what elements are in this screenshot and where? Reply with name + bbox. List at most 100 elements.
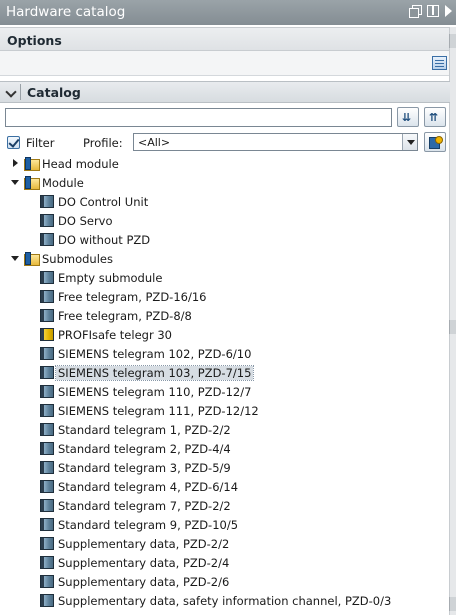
tree-item-label: Standard telegram 2, PZD-4/4 bbox=[58, 442, 231, 456]
tree-item-label: Head module bbox=[42, 157, 119, 171]
tree-item[interactable]: Free telegram, PZD-16/16 bbox=[0, 287, 449, 306]
module-icon bbox=[40, 271, 54, 284]
module-icon bbox=[40, 195, 54, 208]
tree-item-label: Empty submodule bbox=[58, 271, 163, 285]
catalog-search-input[interactable] bbox=[5, 108, 392, 127]
tree-item-label: DO Servo bbox=[58, 214, 113, 228]
module-icon bbox=[40, 214, 54, 227]
search-down-button[interactable]: ⇊ bbox=[397, 107, 419, 127]
collapse-arrow-icon[interactable] bbox=[11, 180, 19, 185]
tree-item[interactable]: Supplementary data, PZD-2/4 bbox=[0, 553, 449, 572]
tree-item[interactable]: Standard telegram 7, PZD-2/2 bbox=[0, 496, 449, 515]
catalog-label: Catalog bbox=[27, 85, 81, 100]
tree-item-label: DO Control Unit bbox=[58, 195, 149, 209]
tree-item[interactable]: SIEMENS telegram 102, PZD-6/10 bbox=[0, 344, 449, 363]
tree-item-label: Standard telegram 9, PZD-10/5 bbox=[58, 518, 239, 532]
module-icon bbox=[40, 347, 54, 360]
tree-item[interactable]: Standard telegram 1, PZD-2/2 bbox=[0, 420, 449, 439]
tree-item[interactable]: DO Servo bbox=[0, 211, 449, 230]
splitter-handle[interactable] bbox=[449, 320, 456, 334]
tree-item[interactable]: Supplementary data, PZD-2/2 bbox=[0, 534, 449, 553]
search-up-icon: ⇈ bbox=[429, 111, 438, 124]
tree-item-label: Standard telegram 7, PZD-2/2 bbox=[58, 499, 231, 513]
profile-label: Profile: bbox=[83, 136, 123, 150]
tree-item[interactable]: Free telegram, PZD-8/8 bbox=[0, 306, 449, 325]
tree-item-label: SIEMENS telegram 103, PZD-7/15 bbox=[54, 365, 255, 381]
tree-item-label: Module bbox=[42, 176, 84, 190]
tree-item-head-module[interactable]: Head module bbox=[0, 154, 449, 173]
restore-icon[interactable] bbox=[409, 5, 422, 18]
chevron-down-icon[interactable] bbox=[5, 86, 17, 98]
tree-item-label: Free telegram, PZD-8/8 bbox=[58, 309, 192, 323]
module-icon bbox=[40, 442, 54, 455]
tree-item[interactable]: Empty submodule bbox=[0, 268, 449, 287]
folder-icon bbox=[24, 157, 40, 171]
tree-item-label: Supplementary data, PZD-2/2 bbox=[58, 537, 230, 551]
chevron-down-icon[interactable] bbox=[402, 134, 417, 150]
module-icon bbox=[40, 556, 54, 569]
titlebar-controls bbox=[409, 5, 452, 18]
filter-checkbox[interactable] bbox=[7, 136, 20, 149]
module-icon bbox=[40, 404, 54, 417]
header-divider bbox=[20, 84, 21, 100]
tree-item-label: Submodules bbox=[42, 252, 113, 266]
tree-item[interactable]: Standard telegram 3, PZD-5/9 bbox=[0, 458, 449, 477]
tree-item[interactable]: PROFIsafe telegr 30 bbox=[0, 325, 449, 344]
tree-item[interactable]: DO Control Unit bbox=[0, 192, 449, 211]
module-icon bbox=[40, 290, 54, 303]
collapse-arrow-icon[interactable] bbox=[11, 256, 19, 261]
module-icon bbox=[40, 309, 54, 322]
tree-item-label: Supplementary data, safety information c… bbox=[58, 594, 392, 608]
splitter-handle[interactable] bbox=[449, 34, 456, 48]
tree-item-label: PROFIsafe telegr 30 bbox=[58, 328, 172, 342]
window-title: Hardware catalog bbox=[6, 4, 126, 20]
tree-item-label: Supplementary data, PZD-2/6 bbox=[58, 575, 230, 589]
search-up-button[interactable]: ⇈ bbox=[424, 107, 446, 127]
module-icon bbox=[40, 233, 54, 246]
module-icon bbox=[40, 385, 54, 398]
tree-item-label: SIEMENS telegram 111, PZD-12/12 bbox=[58, 404, 259, 418]
profile-settings-button[interactable] bbox=[424, 132, 446, 152]
tree-item-submodules[interactable]: Submodules bbox=[0, 249, 449, 268]
tree-item-selected[interactable]: SIEMENS telegram 103, PZD-7/15 bbox=[0, 363, 449, 382]
options-section-header[interactable]: Options bbox=[0, 27, 456, 51]
tree-item[interactable]: SIEMENS telegram 111, PZD-12/12 bbox=[0, 401, 449, 420]
options-label: Options bbox=[7, 33, 62, 48]
module-icon bbox=[40, 461, 54, 474]
tree-item-label: SIEMENS telegram 110, PZD-12/7 bbox=[58, 385, 252, 399]
module-icon bbox=[40, 575, 54, 588]
tree-item-label: SIEMENS telegram 102, PZD-6/10 bbox=[58, 347, 252, 361]
filter-label[interactable]: Filter bbox=[26, 136, 54, 150]
split-view-icon[interactable] bbox=[427, 5, 439, 17]
module-icon bbox=[40, 518, 54, 531]
search-down-icon: ⇊ bbox=[402, 111, 411, 124]
folder-icon bbox=[24, 176, 40, 190]
catalog-section-header[interactable]: Catalog bbox=[0, 81, 450, 103]
tree-item-label: Standard telegram 1, PZD-2/2 bbox=[58, 423, 231, 437]
module-icon bbox=[40, 594, 54, 607]
profisafe-module-icon bbox=[40, 328, 54, 341]
options-view-icon[interactable] bbox=[432, 56, 447, 70]
tree-item-label: Standard telegram 3, PZD-5/9 bbox=[58, 461, 231, 475]
tree-item[interactable]: Standard telegram 9, PZD-10/5 bbox=[0, 515, 449, 534]
tree-item-label: Free telegram, PZD-16/16 bbox=[58, 290, 207, 304]
options-panel bbox=[0, 51, 450, 76]
tree-item-module[interactable]: Module bbox=[0, 173, 449, 192]
splitter-handle[interactable] bbox=[449, 597, 456, 611]
profile-select[interactable]: <All> bbox=[133, 133, 418, 151]
folder-icon bbox=[24, 252, 40, 266]
expand-arrow-icon[interactable] bbox=[13, 159, 18, 167]
tree-item[interactable]: Supplementary data, PZD-2/6 bbox=[0, 572, 449, 591]
module-icon bbox=[40, 423, 54, 436]
tree-item[interactable]: Standard telegram 4, PZD-6/14 bbox=[0, 477, 449, 496]
module-icon bbox=[40, 537, 54, 550]
collapse-arrow-icon[interactable] bbox=[445, 5, 452, 17]
tree-item-label: Standard telegram 4, PZD-6/14 bbox=[58, 480, 239, 494]
tree-item[interactable]: Standard telegram 2, PZD-4/4 bbox=[0, 439, 449, 458]
tree-item[interactable]: DO without PZD bbox=[0, 230, 449, 249]
module-icon bbox=[40, 499, 54, 512]
profile-select-value: <All> bbox=[138, 136, 171, 149]
tree-item[interactable]: Supplementary data, safety information c… bbox=[0, 591, 449, 610]
tree-item[interactable]: SIEMENS telegram 110, PZD-12/7 bbox=[0, 382, 449, 401]
module-icon bbox=[40, 480, 54, 493]
